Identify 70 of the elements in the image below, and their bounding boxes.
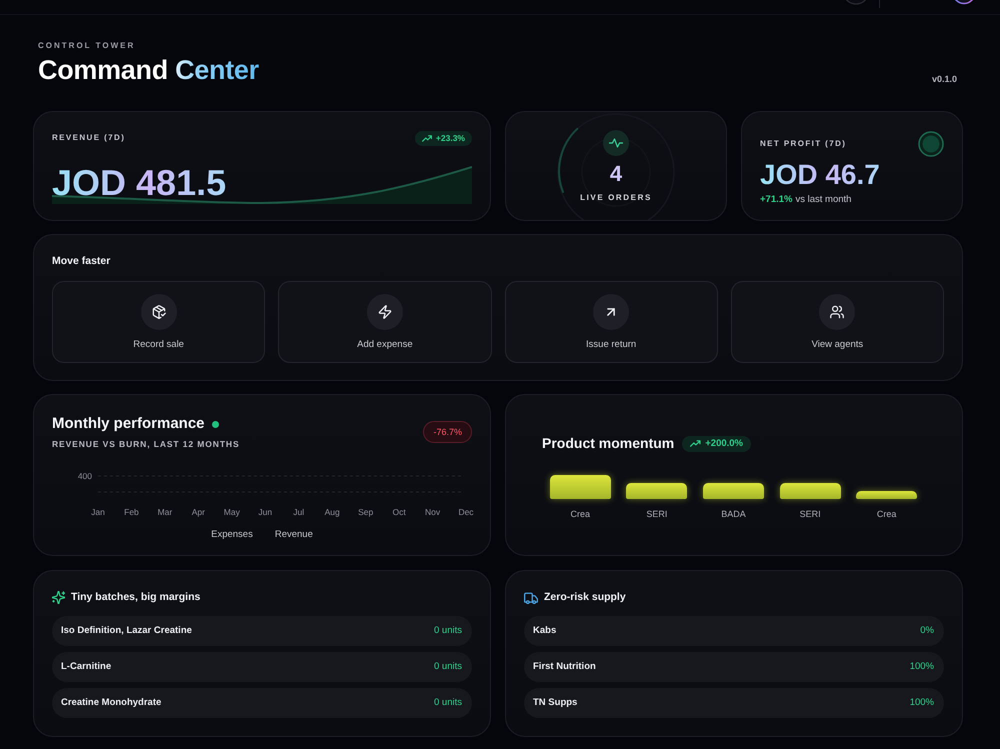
card-title: Monthly performance (52, 415, 205, 433)
quick-action-button[interactable]: View agents (730, 281, 944, 363)
month-label: May (224, 507, 240, 517)
momentum-bar (780, 483, 841, 499)
month-label: Feb (124, 507, 139, 517)
change-value: +200.0% (705, 438, 744, 448)
product-name: L-Carnitine (61, 661, 112, 673)
live-orders-count: 4 (610, 162, 622, 186)
change-value: +71.1% (760, 194, 792, 206)
pulse-icon (603, 130, 629, 156)
lightning-icon (366, 294, 403, 330)
supplier-name: First Nutrition (533, 661, 596, 673)
trend-up-icon (422, 134, 432, 142)
stock-value: 0 units (434, 661, 462, 673)
bar-label: Crea (876, 509, 896, 520)
supplier-score: 0% (920, 625, 934, 637)
axis-tick-label: 400 (78, 471, 92, 481)
supplier-name: TN Supps (533, 697, 578, 709)
legend-label: Revenue (274, 529, 313, 541)
month-label: Jun (258, 507, 272, 517)
eyebrow-label: CONTROL TOWER (38, 41, 136, 51)
truck-icon (524, 592, 538, 604)
momentum-bar (550, 475, 611, 499)
month-label: Oct (392, 507, 406, 517)
sparkles-icon (52, 591, 65, 604)
version-label: v0.1.0 (932, 73, 957, 85)
card-subtitle: REVENUE VS BURN, LAST 12 MONTHS (52, 439, 240, 450)
supplier-score: 100% (910, 697, 934, 709)
trend-up-icon (690, 440, 702, 447)
month-label: Jan (91, 507, 105, 517)
month-label: Nov (424, 507, 440, 517)
bar-label: BADA (721, 509, 746, 520)
change-value: +23.3% (436, 133, 465, 143)
month-label: Aug (324, 507, 340, 517)
arrow-up-right-icon (593, 294, 630, 330)
supplier-name: Kabs (533, 625, 556, 637)
momentum-bar (856, 491, 918, 499)
card-label: REVENUE (7D) (52, 133, 126, 143)
product-name: Creatine Monohydrate (61, 697, 162, 709)
supplier-score: 100% (910, 661, 934, 673)
card-title: Zero-risk supply (544, 591, 626, 604)
stock-value: 0 units (434, 625, 462, 637)
status-dot-icon (212, 420, 219, 428)
month-label: Sep (358, 507, 374, 517)
quick-action-button[interactable]: Record sale (52, 281, 266, 363)
change-badge: -76.7% (423, 421, 472, 443)
month-label: Dec (458, 507, 474, 517)
comparison-label: vs last month (796, 194, 852, 206)
momentum-bar (702, 483, 764, 499)
bar-label: SERI (646, 509, 668, 520)
users-icon (819, 294, 856, 330)
quick-action-button[interactable]: Add expense (278, 281, 492, 363)
month-label: Apr (192, 507, 205, 517)
quick-action-button[interactable]: Issue return (504, 281, 718, 363)
bar-label: Crea (570, 509, 590, 520)
status-ring-icon (918, 131, 944, 157)
avatar-icon[interactable] (952, 0, 976, 5)
card-title: Product momentum (542, 435, 674, 452)
month-label: Jul (293, 507, 304, 517)
card-label: NET PROFIT (7D) (760, 139, 846, 149)
bar-label: SERI (800, 509, 821, 520)
card-title: Move faster (52, 255, 112, 268)
product-name: Iso Definition, Lazar Creatine (61, 625, 192, 637)
momentum-bar (626, 483, 688, 499)
card-title: Tiny batches, big margins (71, 591, 200, 604)
package-check-icon (140, 294, 177, 330)
month-label: Mar (158, 507, 172, 517)
legend-label: Expenses (211, 529, 253, 541)
card-label: LIVE ORDERS (580, 192, 652, 202)
stock-value: 0 units (434, 697, 462, 709)
